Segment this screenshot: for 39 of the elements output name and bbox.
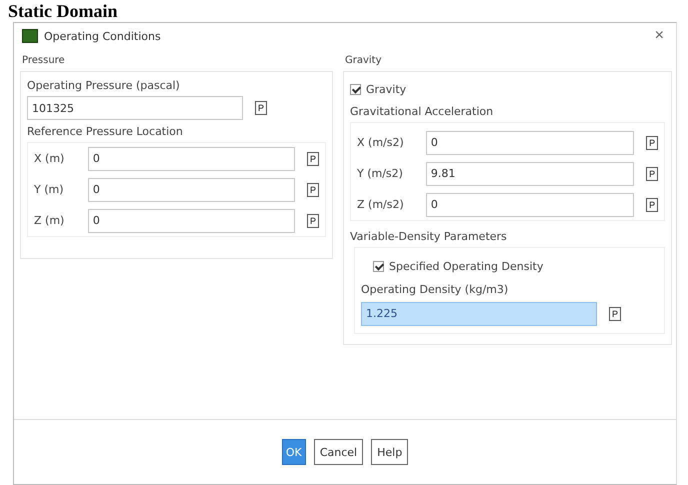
parameter-button[interactable]: P bbox=[307, 214, 319, 228]
input-field[interactable]: 0 bbox=[88, 178, 296, 202]
parameter-button[interactable]: P bbox=[255, 101, 267, 115]
input-field[interactable]: 101325 bbox=[27, 96, 243, 120]
parameter-button[interactable]: P bbox=[646, 136, 658, 150]
checkbox-label: Specified Operating Density bbox=[389, 260, 544, 272]
parameter-button[interactable]: P bbox=[307, 152, 319, 166]
group-title: Pressure bbox=[21, 55, 66, 68]
input-field[interactable]: 0 bbox=[88, 208, 296, 232]
field-label: X (m/s2) bbox=[357, 136, 405, 149]
field-label: Y (m) bbox=[34, 183, 65, 196]
input-field[interactable]: 0 bbox=[426, 192, 634, 216]
input-field[interactable]: 0 bbox=[426, 130, 634, 154]
checkbox[interactable] bbox=[350, 84, 361, 94]
group-title: Gravity bbox=[344, 55, 383, 68]
checkbox[interactable] bbox=[373, 260, 384, 272]
dialog-button[interactable]: Cancel bbox=[314, 439, 364, 465]
field-label: Z (m/s2) bbox=[357, 198, 405, 211]
field-label: Operating Pressure (pascal) bbox=[27, 78, 181, 94]
page-heading: Static Domain bbox=[7, 0, 118, 22]
input-field[interactable]: 9.81 bbox=[426, 162, 634, 186]
close-button[interactable]: × bbox=[650, 27, 668, 45]
window-title: Operating Conditions bbox=[44, 30, 162, 42]
dialog-button[interactable]: Help bbox=[371, 439, 408, 465]
field-label: Y (m/s2) bbox=[357, 167, 404, 180]
section-title: Gravitational Acceleration bbox=[350, 104, 494, 120]
checkbox-label: Gravity bbox=[366, 82, 406, 96]
parameter-button[interactable]: P bbox=[646, 198, 658, 212]
input-field[interactable]: 0 bbox=[88, 146, 296, 170]
app-icon bbox=[22, 29, 38, 43]
field-label: Z (m) bbox=[34, 214, 66, 227]
parameter-button[interactable]: P bbox=[307, 182, 319, 196]
input-field[interactable]: 1.225 bbox=[361, 302, 597, 326]
parameter-button[interactable]: P bbox=[646, 166, 658, 180]
field-label: X (m) bbox=[34, 152, 66, 165]
section-title: Variable-Density Parameters bbox=[350, 228, 508, 244]
parameter-button[interactable]: P bbox=[609, 306, 621, 320]
field-label: Operating Density (kg/m3) bbox=[361, 282, 510, 298]
section-title: Reference Pressure Location bbox=[27, 124, 184, 140]
